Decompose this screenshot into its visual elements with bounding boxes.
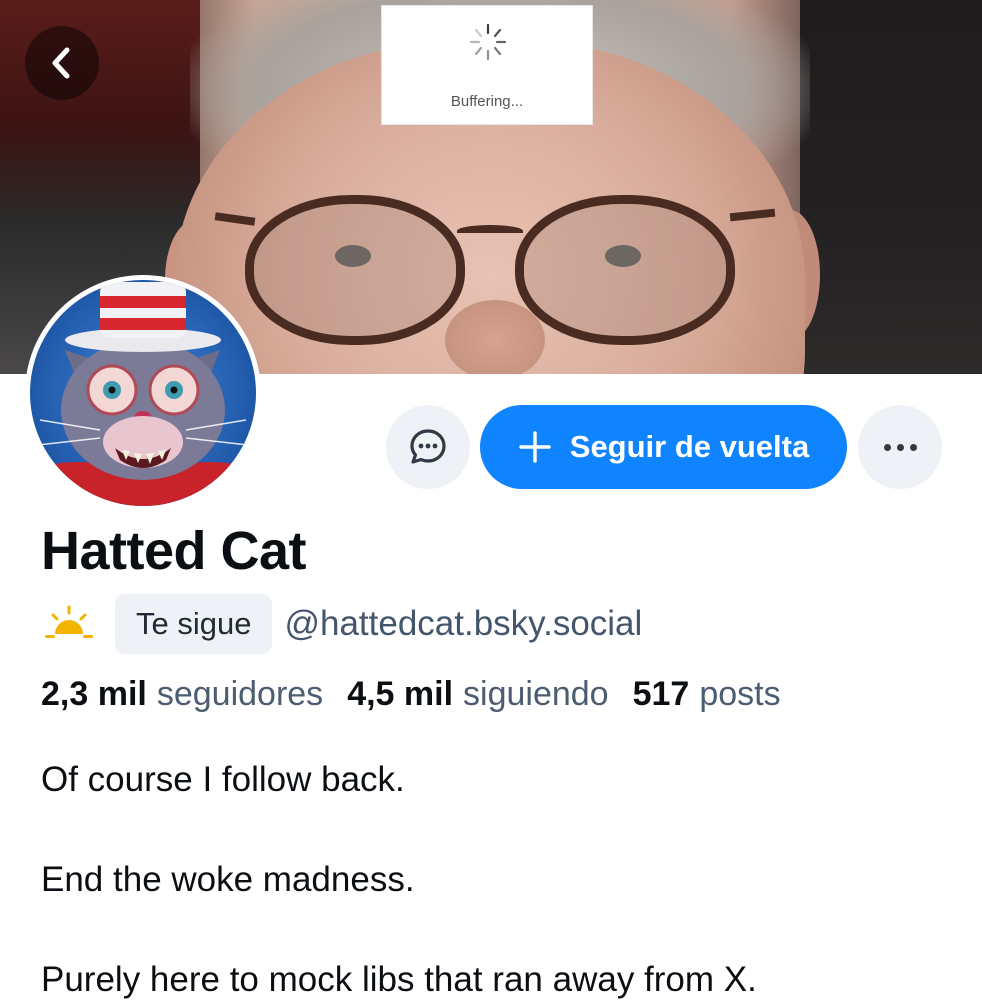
profile-bio: Of course I follow back. End the woke ma… — [41, 755, 757, 1000]
ellipsis-icon — [883, 443, 891, 451]
follow-back-label: Seguir de vuelta — [569, 429, 810, 464]
follows-you-badge: Te sigue — [115, 594, 273, 654]
more-options-button[interactable] — [858, 405, 942, 489]
buffering-overlay: Buffering... — [381, 5, 593, 125]
profile-meta-row: Te sigue @hattedcat.bsky.social — [41, 593, 642, 655]
sunrise-icon — [45, 605, 93, 638]
posts-count: 517 — [632, 675, 690, 713]
posts-label: posts — [699, 675, 781, 713]
banner-glasses — [214, 185, 776, 355]
banner-background-right — [800, 0, 982, 374]
profile-stats: 2,3 mil seguidores 4,5 mil siguiendo 517… — [41, 675, 805, 714]
chevron-left-icon — [52, 47, 70, 79]
following-count[interactable]: 4,5 mil — [347, 675, 453, 714]
ellipsis-dot — [909, 443, 917, 451]
spinner-icon — [469, 23, 507, 61]
avatar[interactable] — [25, 275, 261, 511]
avatar-image — [30, 280, 256, 506]
ellipsis-dot — [896, 443, 904, 451]
follow-back-button[interactable]: Seguir de vuelta — [480, 405, 847, 489]
back-button[interactable] — [25, 26, 99, 100]
plus-icon — [519, 431, 551, 463]
bio-line: End the woke madness. — [41, 860, 415, 899]
message-button[interactable] — [386, 405, 470, 489]
followers-count[interactable]: 2,3 mil — [41, 675, 147, 714]
followers-label[interactable]: seguidores — [157, 675, 323, 714]
display-name: Hatted Cat — [41, 521, 307, 581]
chat-bubble-icon — [410, 429, 446, 464]
profile-handle[interactable]: @hattedcat.bsky.social — [284, 604, 642, 644]
buffering-label: Buffering... — [450, 93, 524, 110]
bio-line: Purely here to mock libs that ran away f… — [41, 960, 757, 999]
following-label[interactable]: siguiendo — [463, 675, 609, 714]
bio-line: Of course I follow back. — [41, 760, 405, 799]
